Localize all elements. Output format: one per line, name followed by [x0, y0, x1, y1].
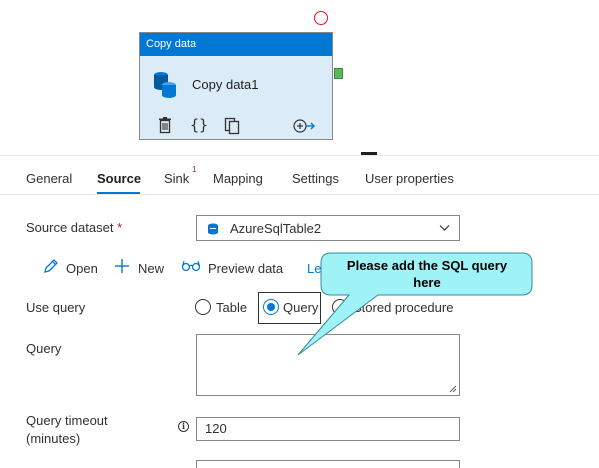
query-timeout-unit-label: (minutes)	[26, 431, 81, 446]
source-dataset-select[interactable]: AzureSqlTable2	[196, 215, 460, 241]
new-button[interactable]: New	[138, 261, 164, 276]
tab-user-properties[interactable]: User properties	[365, 171, 454, 186]
radio-query[interactable]	[263, 299, 279, 315]
sql-table-icon	[208, 223, 218, 235]
callout-line-1: Please add the SQL query	[346, 258, 508, 273]
use-query-label: Use query	[26, 300, 86, 315]
activity-type-label: Copy data	[140, 33, 332, 56]
properties-tabs: General Source Sink 1 Mapping Settings U…	[0, 156, 599, 195]
tab-sink[interactable]: Sink	[164, 171, 189, 186]
error-badge: 1	[192, 165, 197, 174]
radio-table-label[interactable]: Table	[216, 300, 247, 315]
pipeline-canvas[interactable]: Copy data Copy data1 {}	[0, 0, 599, 155]
source-dataset-label: Source dataset *	[26, 220, 122, 235]
resize-grip-icon[interactable]	[449, 385, 457, 393]
tab-general[interactable]: General	[26, 171, 72, 186]
delete-icon[interactable]	[157, 117, 175, 135]
tab-source[interactable]: Source	[97, 171, 141, 186]
error-handle-icon[interactable]	[314, 11, 328, 25]
radio-table[interactable]	[195, 299, 211, 315]
chevron-down-icon	[439, 225, 450, 231]
add-output-icon[interactable]	[292, 117, 316, 135]
next-field[interactable]	[196, 460, 460, 468]
query-label: Query	[26, 341, 62, 356]
clone-icon[interactable]	[224, 117, 242, 135]
query-timeout-input[interactable]: 120	[196, 417, 460, 441]
tab-mapping[interactable]: Mapping	[213, 171, 263, 186]
glasses-icon[interactable]	[181, 260, 201, 272]
preview-data-button[interactable]: Preview data	[208, 261, 283, 276]
radio-query-label[interactable]: Query	[283, 300, 318, 315]
edit-icon[interactable]	[42, 258, 59, 275]
query-textarea[interactable]	[196, 334, 460, 396]
source-dataset-label-text: Source dataset	[26, 220, 114, 235]
query-timeout-label: Query timeout	[26, 413, 108, 428]
copy-data-activity[interactable]: Copy data Copy data1 {}	[139, 32, 333, 140]
open-button[interactable]: Open	[66, 261, 98, 276]
learn-more-link[interactable]: Le	[307, 261, 321, 276]
required-mark: *	[117, 220, 123, 235]
callout-line-2: here	[413, 275, 441, 290]
tab-settings[interactable]: Settings	[292, 171, 339, 186]
database-icon	[154, 72, 176, 98]
callout-annotation: Please add the SQL query here	[321, 257, 533, 291]
code-icon[interactable]: {}	[190, 116, 208, 134]
source-dataset-value: AzureSqlTable2	[230, 221, 322, 236]
plus-icon[interactable]	[114, 258, 130, 274]
info-icon[interactable]: i	[178, 421, 189, 432]
radio-stored-procedure[interactable]	[332, 299, 348, 315]
radio-stored-procedure-label[interactable]: Stored procedure	[353, 300, 453, 315]
success-handle-icon[interactable]	[334, 68, 343, 79]
activity-name: Copy data1	[192, 77, 259, 92]
active-tab-indicator	[97, 192, 140, 194]
